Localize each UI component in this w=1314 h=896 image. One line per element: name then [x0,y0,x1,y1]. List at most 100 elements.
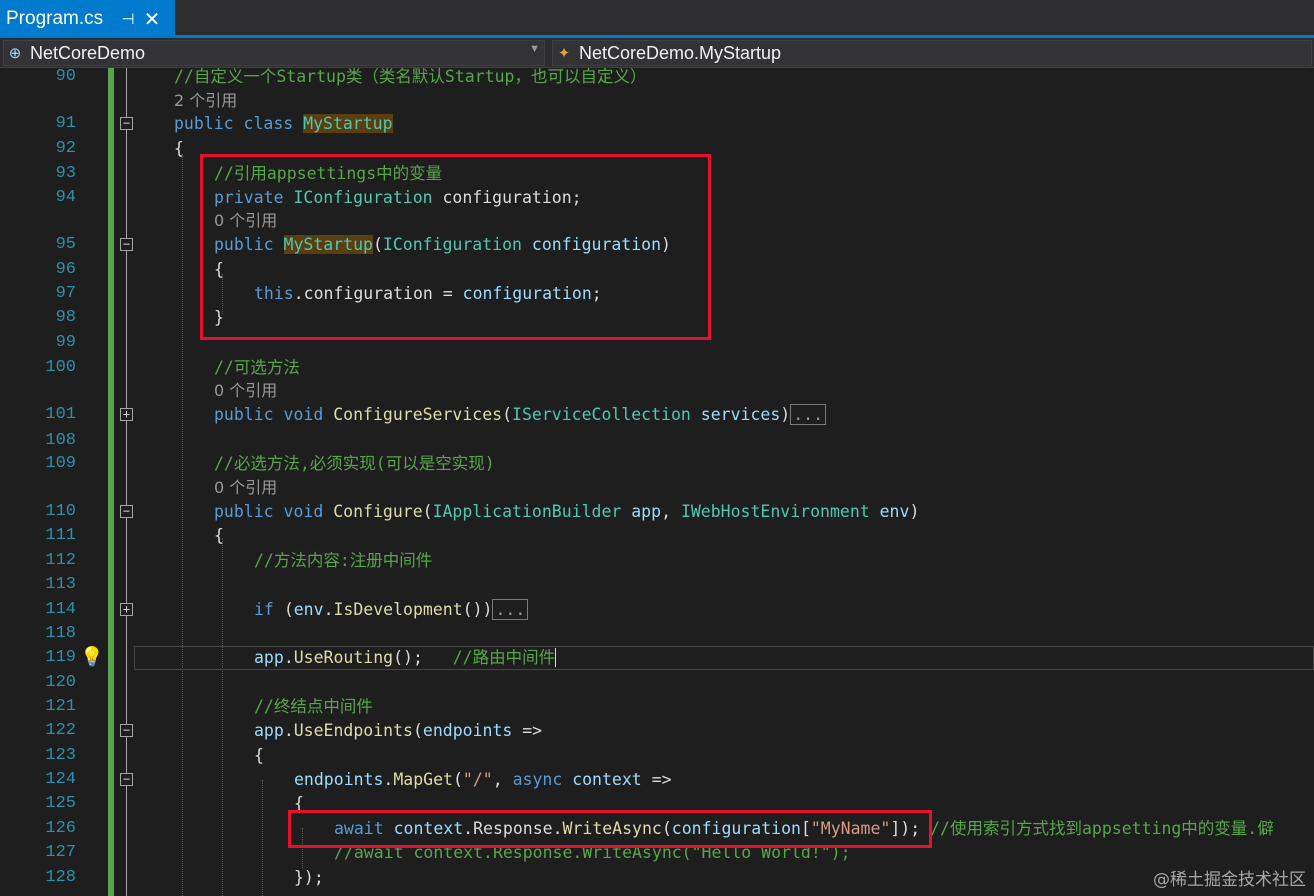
reference-count[interactable]: 2 个引用 [174,89,237,113]
method-name: MapGet [393,770,453,789]
line-number: 111 [45,526,76,545]
code-line: 124 − endpoints.MapGet("/", async contex… [0,768,1314,792]
punctuation: ( [452,770,463,789]
brace: }); [294,868,324,887]
code-line: 128 }); [0,866,1314,890]
punctuation: , [661,502,681,521]
type-name: IApplicationBuilder [432,502,632,521]
keyword: if [254,600,284,619]
line-number: 120 [45,673,76,692]
annotation-box [288,810,932,848]
punctuation: ) [780,405,791,424]
keyword: public void [214,405,334,424]
parameter: env [293,600,324,619]
lambda-arrow: => [512,721,543,740]
line-number: 118 [45,624,76,643]
expand-icon[interactable]: + [120,603,133,616]
punctuation: . [383,770,394,789]
line-number: 96 [55,260,76,279]
line-number: 97 [55,284,76,303]
code-line: 110 − public void Configure(IApplication… [0,500,1314,524]
punctuation: ( [422,502,433,521]
type-dropdown[interactable]: ✦ NetCoreDemo.MyStartup [552,40,1312,66]
class-icon: ✦ [557,45,571,62]
method-name: ConfigureServices [333,405,503,424]
line-number: 121 [45,697,76,716]
text-cursor [555,648,557,667]
line-number: 122 [45,721,76,740]
punctuation: (); [393,648,453,667]
method-name: UseEndpoints [293,721,413,740]
document-tab-bar: Program.cs ⊣ ✕ [0,0,1314,38]
line-number: 99 [55,333,76,352]
code-line: 112 //方法内容:注册中间件 [0,549,1314,573]
project-dropdown[interactable]: ⊕ NetCoreDemo ▼ [3,40,545,66]
line-number: 95 [55,235,76,254]
code-line: 121 //终结点中间件 [0,695,1314,719]
punctuation: . [283,721,294,740]
keyword: async [512,770,573,789]
codelens: 0 个引用 [0,476,1314,500]
line-number: 91 [55,114,76,133]
tab-title: Program.cs [6,8,104,29]
comment: //可选方法 [214,358,300,377]
annotation-box [200,154,711,340]
code-line: 113 [0,573,1314,597]
class-name: MyStartup [303,114,393,133]
code-line: 108 [0,429,1314,453]
line-number: 109 [45,454,76,473]
code-editor[interactable]: 💡 90 //自定义一个Startup类（类名默认Startup，也可以自定义）… [0,68,1314,896]
codelens: 2 个引用 [0,89,1314,113]
collapse-icon[interactable]: − [120,505,133,518]
collapse-icon[interactable]: − [120,117,133,130]
lambda-arrow: => [641,770,672,789]
parameter: app [254,721,284,740]
line-number: 98 [55,308,76,327]
line-number: 90 [55,68,76,86]
line-number: 123 [45,746,76,765]
codelens: 0 个引用 [0,379,1314,403]
collapse-icon[interactable]: − [120,238,133,251]
watermark: @稀土掘金技术社区 [1153,870,1306,890]
line-number: 93 [55,164,76,183]
type-name: IServiceCollection [512,405,701,424]
expand-icon[interactable]: + [120,408,133,421]
collapse-icon[interactable]: − [120,724,133,737]
code-line: 90 //自定义一个Startup类（类名默认Startup，也可以自定义） [0,68,1314,89]
line-number: 92 [55,139,76,158]
collapsed-region[interactable]: ... [492,599,529,620]
method-name: IsDevelopment [333,600,463,619]
code-line: 101 + public void ConfigureServices(ISer… [0,403,1314,427]
line-number: 124 [45,770,76,789]
parameter: endpoints [422,721,513,740]
reference-count[interactable]: 0 个引用 [214,379,277,403]
line-number: 101 [45,405,76,424]
project-name: NetCoreDemo [30,42,146,63]
pin-icon[interactable]: ⊣ [116,10,140,28]
collapse-icon[interactable]: − [120,773,133,786]
tab-program-cs[interactable]: Program.cs ⊣ ✕ [0,0,175,38]
reference-count[interactable]: 0 个引用 [214,476,277,500]
keyword: public class [174,114,304,133]
chevron-down-icon: ▼ [529,43,540,55]
comment: //路由中间件 [452,648,556,667]
code-line: 111 { [0,524,1314,548]
line-number: 108 [45,431,76,450]
comment: //方法内容:注册中间件 [254,551,433,570]
punctuation: , [492,770,513,789]
brace: { [214,526,224,545]
comment: //必选方法,必须实现(可以是空实现) [214,454,495,473]
class-path: NetCoreDemo.MyStartup [579,42,782,63]
punctuation: ()) [462,600,493,619]
string-literal: "/" [462,770,493,789]
parameter: app [631,502,662,521]
code-line: 119 app.UseRouting(); //路由中间件 [0,646,1314,670]
collapsed-region[interactable]: ... [790,404,827,425]
line-number: 94 [55,188,76,207]
code-line: 114 + if (env.IsDevelopment())... [0,598,1314,622]
line-number: 119 [45,648,76,667]
line-number: 127 [45,843,76,862]
line-number: 110 [45,502,76,521]
close-icon[interactable]: ✕ [140,7,164,32]
code-line: 91 − public class MyStartup [0,112,1314,136]
